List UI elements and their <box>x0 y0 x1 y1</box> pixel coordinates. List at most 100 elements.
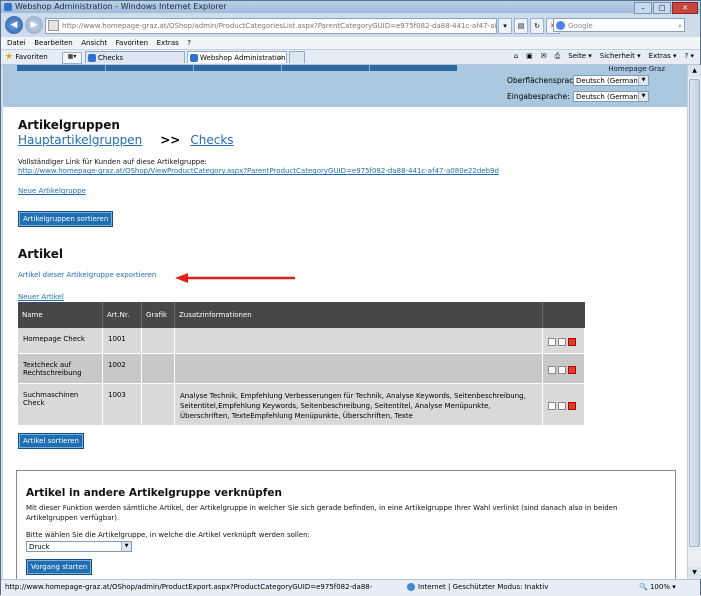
row-actions <box>542 383 585 426</box>
scroll-down-icon[interactable]: ▼ <box>688 567 701 579</box>
cell-name: Homepage Check <box>18 328 103 354</box>
back-icon[interactable]: ◀ <box>5 16 23 34</box>
start-button[interactable]: Vorgang starten <box>26 559 93 575</box>
row-actions <box>542 353 585 384</box>
menu-favoriten[interactable]: Favoriten <box>116 37 148 49</box>
edit-icon[interactable] <box>547 366 556 374</box>
status-bar: http://www.homepage-graz.at/OShop/admin/… <box>1 579 700 596</box>
sort-categories-button[interactable]: Artikelgruppen sortieren <box>18 211 114 227</box>
menu-sicherheit[interactable]: Sicherheit ▾ <box>600 52 641 61</box>
nav-strip <box>17 65 457 71</box>
row-actions <box>542 328 585 354</box>
cell-info: Analyse Technik, Empfehlung Verbesserung… <box>174 383 543 426</box>
window-title: Webshop Administration - Windows Interne… <box>15 2 227 11</box>
title-bar: Webshop Administration - Windows Interne… <box>1 1 700 14</box>
cell-artnr: 1001 <box>102 328 142 354</box>
minimize-button[interactable]: – <box>634 2 652 14</box>
cell-grafik <box>141 328 175 354</box>
tab-webshop-admin[interactable]: Webshop Administration ✕ <box>187 51 287 63</box>
sort-articles-button[interactable]: Artikel sortieren <box>18 433 84 449</box>
input-language-label: Eingabesprache: <box>507 92 570 101</box>
scroll-up-icon[interactable]: ▲ <box>688 65 701 77</box>
refresh-icon[interactable]: ↻ <box>530 18 544 34</box>
favorites-bar: ★ Favoriten ▦▾ Checks Webshop Administra… <box>1 50 700 65</box>
cell-artnr: 1002 <box>102 353 142 384</box>
category-select[interactable]: Druck ▼ <box>26 541 132 552</box>
delete-icon[interactable] <box>567 402 576 410</box>
tab-close-icon[interactable]: ✕ <box>277 52 283 64</box>
col-actions <box>542 302 585 328</box>
quick-tabs-icon[interactable]: ▦▾ <box>62 52 82 64</box>
search-icon[interactable]: ⌕ <box>678 19 682 33</box>
tab-icon <box>190 54 198 62</box>
print-icon[interactable]: ⎙ <box>555 52 561 61</box>
input-language-select[interactable]: Deutsch (German) ▼ <box>573 91 649 102</box>
table-row: Suchmaschinen Check 1003 Analyse Technik… <box>18 383 585 426</box>
address-row: ◀ ▶ http://www.homepage-graz.at/OShop/ad… <box>1 14 700 36</box>
status-zone: Internet | Geschützter Modus: Inaktiv <box>407 580 548 594</box>
menu-datei[interactable]: Datei <box>7 37 26 49</box>
cell-artnr: 1003 <box>102 383 142 426</box>
breadcrumb: Hauptartikelgruppen >> Checks <box>18 133 234 147</box>
maximize-button[interactable]: □ <box>653 2 671 14</box>
menu-bearbeiten[interactable]: Bearbeiten <box>34 37 72 49</box>
col-info: Zusatzinformationen <box>174 302 543 328</box>
tab-checks[interactable]: Checks <box>85 51 185 63</box>
menu-ansicht[interactable]: Ansicht <box>81 37 107 49</box>
ui-language-select[interactable]: Deutsch (German) ▼ <box>573 75 649 86</box>
globe-icon <box>407 583 415 591</box>
address-bar[interactable]: http://www.homepage-graz.at/OShop/admin/… <box>45 18 497 34</box>
link-panel-heading: Artikel in andere Artikelgruppe verknüpf… <box>26 487 282 499</box>
cell-name: Suchmaschinen Check <box>18 383 103 426</box>
full-link-url[interactable]: http://www.homepage-graz.at/OShop/ViewPr… <box>18 167 499 175</box>
new-category-link[interactable]: Neue Artikelgruppe <box>18 187 86 195</box>
breadcrumb-root[interactable]: Hauptartikelgruppen <box>18 133 142 147</box>
export-link[interactable]: Artikel dieser Artikelgruppe exportieren <box>18 271 156 279</box>
red-arrow-annotation <box>175 273 295 283</box>
forward-icon[interactable]: ▶ <box>25 16 43 34</box>
feeds-icon[interactable]: ▣ <box>526 52 533 61</box>
articles-heading: Artikel <box>18 247 63 261</box>
browser-window: Webshop Administration - Windows Interne… <box>0 0 701 596</box>
chevron-down-icon: ▼ <box>638 92 648 101</box>
menu-extras[interactable]: Extras <box>157 37 179 49</box>
delete-icon[interactable] <box>567 366 576 374</box>
edit-icon[interactable] <box>547 338 556 347</box>
full-link-label: Vollständiger Link für Kunden auf diese … <box>18 158 207 166</box>
menu-extras-cmd[interactable]: Extras ▾ <box>649 52 677 61</box>
copy-icon[interactable] <box>557 366 566 374</box>
copy-icon[interactable] <box>557 402 566 410</box>
dropdown-icon[interactable]: ▾ <box>498 18 512 34</box>
scroll-thumb[interactable] <box>689 79 700 547</box>
new-tab-button[interactable] <box>289 51 305 63</box>
menu-help[interactable]: ? <box>187 37 191 49</box>
delete-icon[interactable] <box>567 338 576 347</box>
search-input[interactable]: Google ⌕ <box>553 18 685 32</box>
close-button[interactable]: ✕ <box>672 2 698 14</box>
cell-info <box>174 353 543 384</box>
ie-icon <box>4 3 12 11</box>
articles-table: Name Art.Nr. Grafik Zusatzinformationen … <box>18 302 585 426</box>
menu-help-cmd[interactable]: ? ▾ <box>685 52 694 61</box>
menu-seite[interactable]: Seite ▾ <box>568 52 592 61</box>
page-icon <box>48 20 59 31</box>
mail-icon[interactable]: ✉ <box>541 52 547 61</box>
col-grafik: Grafik <box>141 302 175 328</box>
cell-name: Textcheck auf Rechtschreibung <box>18 353 103 384</box>
scrollbar[interactable]: ▲ ▼ <box>687 65 701 579</box>
copy-icon[interactable] <box>557 338 566 347</box>
table-row: Homepage Check 1001 <box>18 328 585 354</box>
command-bar: ⌂ ▣ ✉ ⎙ Seite ▾ Sicherheit ▾ Extras ▾ ? … <box>514 52 694 61</box>
page-content: Homepage Graz Oberflächensprache: Deutsc… <box>3 65 687 579</box>
zoom-control[interactable]: 🔍 100% ▾ <box>639 580 676 594</box>
favorites-button[interactable]: ★ Favoriten <box>5 52 48 62</box>
new-article-link[interactable]: Neuer Artikel <box>18 293 64 301</box>
cell-grafik <box>141 353 175 384</box>
compat-icon[interactable]: ▤ <box>514 18 528 34</box>
chevron-down-icon: ▼ <box>638 76 648 85</box>
breadcrumb-current[interactable]: Checks <box>190 133 233 147</box>
home-icon[interactable]: ⌂ <box>514 52 518 61</box>
edit-icon[interactable] <box>547 402 556 410</box>
status-url: http://www.homepage-graz.at/OShop/admin/… <box>5 583 373 591</box>
site-header: Homepage Graz Oberflächensprache: Deutsc… <box>3 65 687 107</box>
